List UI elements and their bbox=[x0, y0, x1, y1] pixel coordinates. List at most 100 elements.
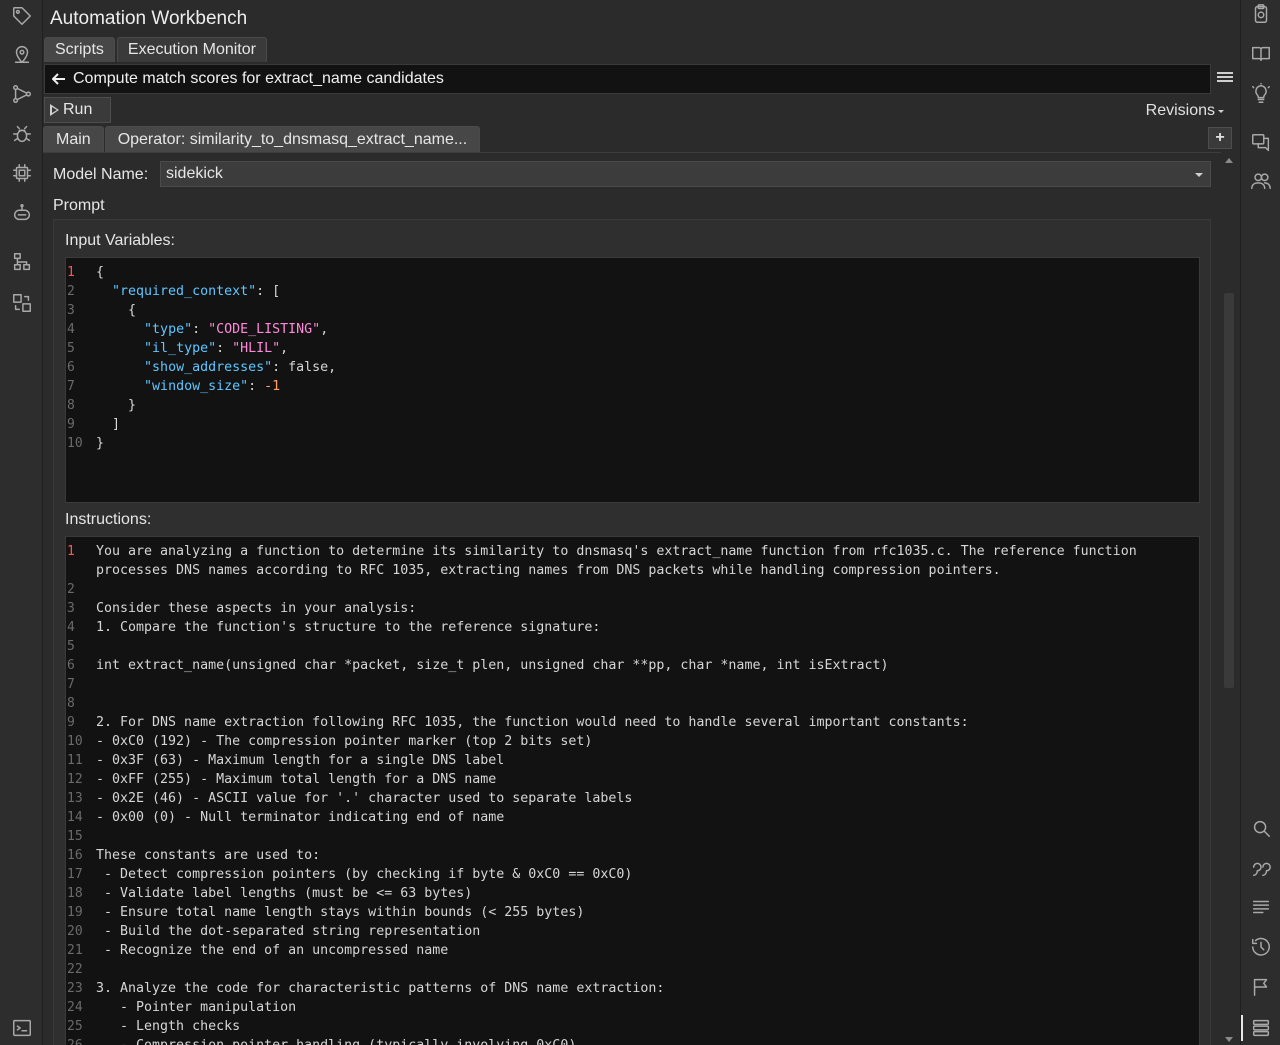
chip-icon[interactable] bbox=[9, 160, 35, 186]
line-number: 17 bbox=[67, 867, 83, 882]
code-text: - 0x3F (63) - Maximum length for a singl… bbox=[96, 753, 505, 768]
line-number: 1 bbox=[67, 544, 75, 559]
vertical-scrollbar[interactable] bbox=[1223, 155, 1235, 1045]
revisions-dropdown[interactable]: Revisions bbox=[1146, 102, 1224, 120]
run-label: Run bbox=[63, 101, 93, 118]
code-text: - 0xC0 (192) - The compression pointer m… bbox=[96, 734, 593, 749]
line-number: 24 bbox=[67, 1000, 83, 1015]
code-text: - Detect compression pointers (by checki… bbox=[96, 867, 633, 882]
users-icon[interactable] bbox=[1248, 168, 1274, 194]
scroll-down-icon[interactable] bbox=[1225, 1037, 1233, 1042]
line-number: 10 bbox=[67, 734, 83, 749]
lines-icon[interactable] bbox=[1248, 894, 1274, 920]
code-text: - Length checks bbox=[96, 1019, 241, 1034]
code-text: "type": "CODE_LISTING", bbox=[144, 322, 329, 337]
left-sidebar bbox=[0, 0, 43, 1045]
transfer-icon[interactable] bbox=[9, 290, 35, 316]
clipboard-icon[interactable] bbox=[1248, 1, 1274, 27]
line-number: 1 bbox=[67, 265, 75, 280]
play-icon bbox=[50, 104, 59, 116]
line-number: 10 bbox=[67, 436, 83, 451]
graph-nodes-icon[interactable] bbox=[9, 81, 35, 107]
tab-main[interactable]: Main bbox=[43, 126, 104, 152]
chevron-down-icon bbox=[1195, 173, 1203, 177]
quote-icon[interactable] bbox=[1248, 855, 1274, 881]
input-variables-editor[interactable]: 1 {2 "required_context": [3 {4 "type": "C… bbox=[65, 257, 1200, 503]
code-text: } bbox=[96, 398, 137, 413]
code-text: - 0x2E (46) - ASCII value for '.' charac… bbox=[96, 791, 633, 806]
model-name-select[interactable]: sidekick bbox=[160, 161, 1211, 187]
stack-icon[interactable] bbox=[1241, 1015, 1274, 1041]
line-number: 21 bbox=[67, 943, 83, 958]
line-number: 7 bbox=[67, 379, 75, 394]
add-tab-button[interactable]: + bbox=[1208, 127, 1232, 149]
tab-operator[interactable]: Operator: similarity_to_dnsmasq_extract_… bbox=[104, 126, 481, 152]
search-icon[interactable] bbox=[1248, 815, 1274, 841]
code-text: "required_context": [ bbox=[112, 284, 281, 299]
top-tab-bar: Scripts Execution Monitor bbox=[43, 37, 267, 63]
main-panel: Automation Workbench Scripts Execution M… bbox=[43, 0, 1240, 1045]
lightbulb-icon[interactable] bbox=[1248, 81, 1274, 107]
tab-execution-monitor[interactable]: Execution Monitor bbox=[116, 37, 267, 62]
line-number: 16 bbox=[67, 848, 83, 863]
code-text: - Recognize the end of an uncompressed n… bbox=[96, 943, 449, 958]
bug-icon[interactable] bbox=[9, 121, 35, 147]
flag-icon[interactable] bbox=[1248, 974, 1274, 1000]
code-text: { bbox=[96, 265, 105, 280]
code-text: - 0x00 (0) - Null terminator indicating … bbox=[96, 810, 505, 825]
code-text: 2. For DNS name extraction following RFC… bbox=[96, 715, 969, 730]
tag-icon[interactable] bbox=[9, 3, 35, 29]
chat-icon[interactable] bbox=[1248, 130, 1274, 156]
model-name-label: Model Name: bbox=[53, 166, 149, 183]
code-text: Consider these aspects in your analysis: bbox=[96, 601, 417, 616]
prompt-panel: Input Variables: 1 {2 "required_context":… bbox=[53, 219, 1211, 1045]
line-number: 18 bbox=[67, 886, 83, 901]
line-number: 15 bbox=[67, 829, 83, 844]
scroll-up-icon[interactable] bbox=[1225, 158, 1233, 163]
line-number: 19 bbox=[67, 905, 83, 920]
model-name-value: sidekick bbox=[166, 165, 223, 182]
line-number: 26 bbox=[66, 1036, 88, 1045]
hierarchy-icon[interactable] bbox=[9, 249, 35, 275]
line-number: 8 bbox=[67, 398, 75, 413]
line-number: 9 bbox=[67, 715, 75, 730]
line-number: 4 bbox=[67, 620, 75, 635]
right-sidebar bbox=[1240, 0, 1280, 1045]
code-text: - Ensure total name length stays within … bbox=[96, 905, 585, 920]
location-pin-icon[interactable] bbox=[9, 41, 35, 67]
code-text: You are analyzing a function to determin… bbox=[96, 544, 1137, 559]
line-number: 11 bbox=[67, 753, 83, 768]
code-text: ] bbox=[96, 417, 121, 432]
menu-icon[interactable] bbox=[1217, 70, 1233, 86]
sub-tab-bar: Main Operator: similarity_to_dnsmasq_ext… bbox=[43, 126, 481, 152]
line-number: 6 bbox=[67, 658, 75, 673]
code-text: { bbox=[96, 303, 137, 318]
line-number: 14 bbox=[67, 810, 83, 825]
line-number: 20 bbox=[67, 924, 83, 939]
line-number: 4 bbox=[67, 322, 75, 337]
code-text: "window_size": -1 bbox=[144, 379, 281, 394]
back-arrow-icon[interactable] bbox=[45, 72, 73, 86]
app-title: Automation Workbench bbox=[50, 8, 248, 29]
robot-icon[interactable] bbox=[9, 200, 35, 226]
line-number: 3 bbox=[67, 601, 75, 616]
history-icon[interactable] bbox=[1248, 934, 1274, 960]
code-text: 3. Analyze the code for characteristic p… bbox=[96, 981, 665, 996]
instructions-editor[interactable]: 1 You are analyzing a function to determi… bbox=[65, 536, 1200, 1045]
book-icon[interactable] bbox=[1248, 41, 1274, 67]
chevron-down-icon bbox=[1218, 109, 1224, 113]
code-text: - Validate label lengths (must be <= 63 … bbox=[96, 886, 473, 901]
line-number: 2 bbox=[67, 582, 75, 597]
terminal-icon[interactable] bbox=[9, 1015, 35, 1041]
line-number: 5 bbox=[67, 341, 75, 356]
run-button[interactable]: Run bbox=[44, 97, 111, 123]
code-text: - Build the dot-separated string represe… bbox=[96, 924, 481, 939]
line-number: 23 bbox=[67, 981, 83, 996]
tab-scripts[interactable]: Scripts bbox=[44, 37, 115, 62]
line-number: 7 bbox=[67, 677, 75, 692]
scrollbar-thumb[interactable] bbox=[1224, 293, 1234, 688]
line-number: 8 bbox=[67, 696, 75, 711]
line-number: 9 bbox=[67, 417, 75, 432]
code-text: "il_type": "HLIL", bbox=[144, 341, 289, 356]
line-number: 12 bbox=[67, 772, 83, 787]
